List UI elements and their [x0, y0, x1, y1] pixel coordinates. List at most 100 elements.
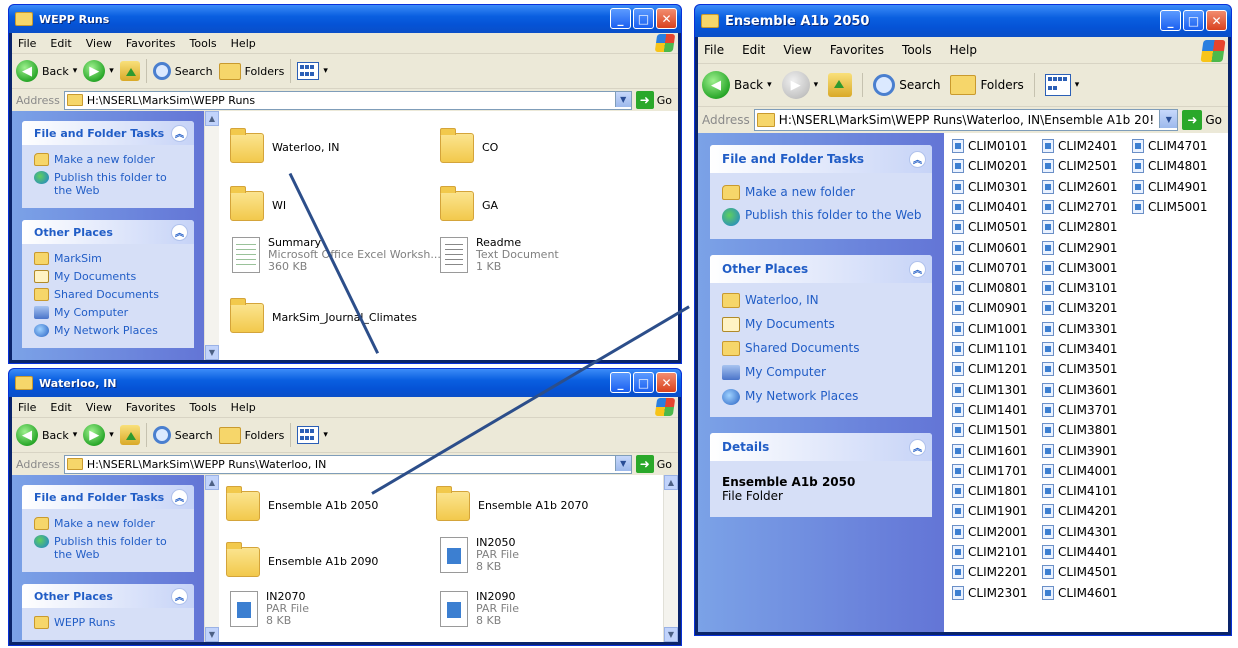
clim-file-item[interactable]: CLIM2801 — [1042, 220, 1118, 235]
make-new-folder-link[interactable]: Make a new folder — [34, 153, 186, 166]
clim-file-item[interactable]: CLIM5001 — [1132, 199, 1208, 214]
views-button[interactable]: ▾ — [1044, 74, 1079, 96]
maximize-button[interactable]: □ — [633, 8, 654, 29]
place-my-documents[interactable]: My Documents — [722, 317, 924, 332]
panel-header[interactable]: File and Folder Tasks ︽ — [22, 121, 194, 145]
scroll-up-icon[interactable]: ▲ — [205, 111, 219, 126]
place-marksim[interactable]: MarkSim — [34, 252, 186, 265]
place-my-computer[interactable]: My Computer — [722, 365, 924, 380]
back-button[interactable]: ◀ Back ▾ — [702, 71, 772, 99]
views-button[interactable]: ▾ — [297, 426, 328, 444]
chevron-up-icon[interactable]: ︽ — [909, 260, 926, 278]
scroll-up-icon[interactable]: ▲ — [664, 475, 678, 490]
file-item[interactable]: Readme Text Document 1 KB — [440, 237, 559, 273]
clim-file-item[interactable]: CLIM3001 — [1042, 260, 1118, 275]
clim-file-item[interactable]: CLIM4301 — [1042, 524, 1118, 539]
folder-item[interactable]: Ensemble A1b 2050 — [226, 486, 378, 521]
panel-header[interactable]: Details ︽ — [710, 433, 932, 461]
clim-file-item[interactable]: CLIM2401 — [1042, 139, 1118, 153]
menu-edit[interactable]: Edit — [742, 43, 765, 57]
clim-file-item[interactable]: CLIM2201 — [952, 565, 1028, 580]
address-input[interactable]: H:\NSERL\MarkSim\WEPP Runs ▼ — [63, 90, 632, 110]
chevron-down-icon[interactable]: ▼ — [614, 455, 631, 471]
folder-item[interactable]: Ensemble A1b 2090 — [226, 542, 378, 577]
clim-file-item[interactable]: CLIM4601 — [1042, 585, 1118, 600]
maximize-button[interactable]: □ — [633, 372, 654, 393]
file-item[interactable]: IN2050 PAR File 8 KB — [440, 537, 519, 573]
chevron-down-icon[interactable]: ▼ — [614, 91, 631, 107]
clim-file-item[interactable]: CLIM3501 — [1042, 362, 1118, 377]
menu-favorites[interactable]: Favorites — [126, 401, 176, 414]
chevron-down-icon[interactable]: ▼ — [1159, 110, 1178, 128]
menu-favorites[interactable]: Favorites — [126, 37, 176, 50]
clim-file-item[interactable]: CLIM3301 — [1042, 321, 1118, 336]
menu-help[interactable]: Help — [950, 43, 977, 57]
clim-file-item[interactable]: CLIM2601 — [1042, 179, 1118, 194]
up-folder-icon[interactable] — [119, 61, 140, 81]
clim-file-item[interactable]: CLIM1901 — [952, 504, 1028, 519]
place-shared-documents[interactable]: Shared Documents — [722, 341, 924, 356]
place-my-documents[interactable]: My Documents — [34, 270, 186, 283]
panel-header[interactable]: File and Folder Tasks ︽ — [22, 485, 194, 509]
address-input[interactable]: H:\NSERL\MarkSim\WEPP Runs\Waterloo, IN … — [63, 454, 632, 474]
clim-file-item[interactable]: CLIM1701 — [952, 463, 1028, 478]
publish-folder-link[interactable]: Publish this folder to the Web — [34, 535, 186, 561]
search-button[interactable]: Search — [873, 74, 940, 96]
clim-file-item[interactable]: CLIM3701 — [1042, 402, 1118, 417]
panel-header[interactable]: Other Places ︽ — [710, 255, 932, 283]
close-button[interactable]: ✕ — [656, 372, 677, 393]
minimize-button[interactable]: _ — [1160, 10, 1181, 31]
clim-file-item[interactable]: CLIM4701 — [1132, 139, 1208, 153]
forward-button[interactable]: ▶ ▾ — [781, 71, 818, 99]
clim-file-item[interactable]: CLIM0501 — [952, 220, 1028, 235]
scroll-down-icon[interactable]: ▼ — [205, 627, 219, 642]
panel-header[interactable]: File and Folder Tasks ︽ — [710, 145, 932, 173]
place-network[interactable]: My Network Places — [34, 324, 186, 337]
menu-tools[interactable]: Tools — [190, 37, 217, 50]
chevron-up-icon[interactable]: ︽ — [909, 438, 926, 456]
go-button[interactable]: ➜ Go — [635, 455, 678, 473]
scrollbar[interactable]: ▲ ▼ — [204, 111, 219, 360]
clim-file-item[interactable]: CLIM0301 — [952, 179, 1028, 194]
file-item[interactable]: IN2090 PAR File 8 KB — [440, 591, 519, 627]
clim-file-item[interactable]: CLIM4501 — [1042, 565, 1118, 580]
publish-folder-link[interactable]: Publish this folder to the Web — [722, 208, 924, 226]
maximize-button[interactable]: □ — [1183, 10, 1204, 31]
folders-button[interactable]: Folders — [218, 426, 284, 444]
clim-file-item[interactable]: CLIM0601 — [952, 240, 1028, 255]
chevron-up-icon[interactable]: ︽ — [909, 150, 926, 168]
folder-item[interactable]: Waterloo, IN — [230, 128, 340, 163]
folder-item[interactable]: Ensemble A1b 2070 — [436, 486, 588, 521]
clim-file-item[interactable]: CLIM1601 — [952, 443, 1028, 458]
clim-file-item[interactable]: CLIM1201 — [952, 362, 1028, 377]
go-button[interactable]: ➜ Go — [635, 91, 678, 109]
clim-file-item[interactable]: CLIM0401 — [952, 199, 1028, 214]
scroll-down-icon[interactable]: ▼ — [664, 627, 678, 642]
menu-view[interactable]: View — [86, 401, 112, 414]
chevron-up-icon[interactable]: ︽ — [171, 488, 188, 506]
minimize-button[interactable]: _ — [610, 8, 631, 29]
menu-file[interactable]: File — [704, 43, 724, 57]
menu-file[interactable]: File — [18, 401, 36, 414]
close-button[interactable]: ✕ — [1206, 10, 1227, 31]
menu-view[interactable]: View — [783, 43, 811, 57]
place-shared-documents[interactable]: Shared Documents — [34, 288, 186, 301]
clim-file-item[interactable]: CLIM4201 — [1042, 504, 1118, 519]
folder-item[interactable]: MarkSim_Journal_Climates — [230, 298, 417, 333]
views-button[interactable]: ▾ — [297, 62, 328, 80]
go-button[interactable]: ➜ Go — [1182, 110, 1228, 130]
clim-file-item[interactable]: CLIM2001 — [952, 524, 1028, 539]
clim-file-item[interactable]: CLIM3901 — [1042, 443, 1118, 458]
clim-file-item[interactable]: CLIM0201 — [952, 159, 1028, 174]
close-button[interactable]: ✕ — [656, 8, 677, 29]
place-network[interactable]: My Network Places — [722, 389, 924, 405]
menu-edit[interactable]: Edit — [50, 401, 71, 414]
back-button[interactable]: ◀ Back ▾ — [16, 60, 77, 82]
menu-help[interactable]: Help — [231, 401, 256, 414]
panel-header[interactable]: Other Places ︽ — [22, 220, 194, 244]
menu-file[interactable]: File — [18, 37, 36, 50]
search-button[interactable]: Search — [152, 62, 213, 80]
clim-file-item[interactable]: CLIM1001 — [952, 321, 1028, 336]
place-wepp-runs[interactable]: WEPP Runs — [34, 616, 186, 629]
clim-file-item[interactable]: CLIM4401 — [1042, 545, 1118, 559]
